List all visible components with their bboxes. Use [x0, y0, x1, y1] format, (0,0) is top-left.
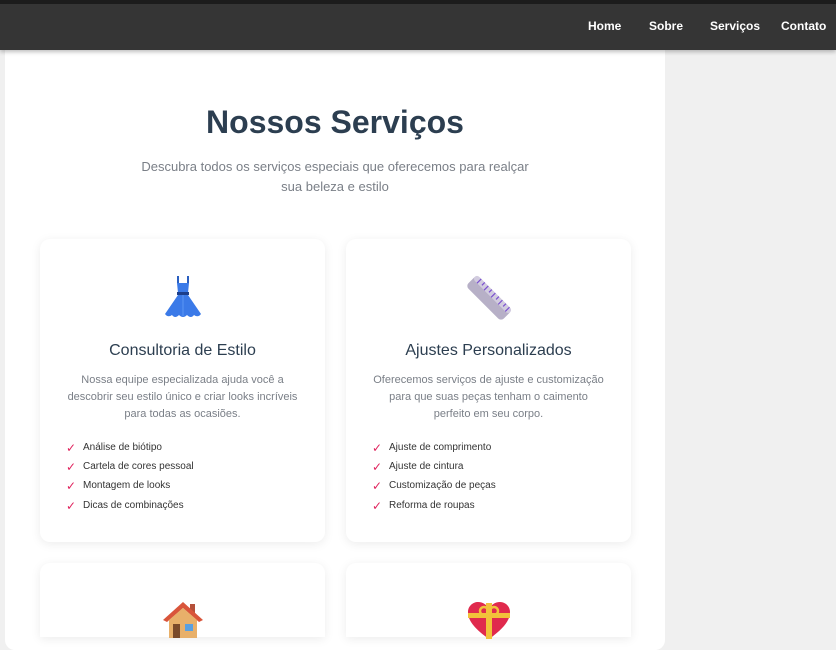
list-item: ✓ Customização de peças	[372, 479, 496, 494]
heart-gift-icon	[346, 601, 631, 639]
service-card-3	[40, 563, 325, 639]
house-icon	[40, 599, 325, 639]
page-subtitle: Descubra todos os serviços especiais que…	[141, 159, 529, 194]
service-card-consultoria: Consultoria de Estilo Nossa equipe espec…	[40, 239, 325, 542]
card-title: Ajustes Personalizados	[405, 342, 572, 359]
list-item: ✓ Ajuste de cintura	[372, 459, 464, 474]
service-card-4	[346, 563, 631, 639]
check-icon: ✓	[66, 479, 77, 494]
nav-link-home[interactable]: Home	[588, 19, 621, 33]
card-description: Oferecemos serviços de ajuste e customiz…	[373, 374, 604, 420]
list-item: ✓ Reforma de roupas	[372, 498, 475, 513]
dress-icon	[40, 273, 325, 323]
ruler-icon	[346, 273, 631, 323]
list-item: ✓ Ajuste de comprimento	[372, 440, 492, 455]
list-item: ✓ Cartela de cores pessoal	[66, 459, 194, 474]
nav-link-contato[interactable]: Contato	[781, 19, 826, 33]
list-item: ✓ Montagem de looks	[66, 479, 171, 494]
page-title: Nossos Serviços	[206, 104, 464, 140]
check-icon: ✓	[66, 440, 77, 455]
top-navbar: Home Sobre Serviços Contato	[0, 0, 836, 50]
feature-list: ✓ Análise de biótipo ✓ Cartela de cores pe…	[66, 438, 194, 515]
check-icon: ✓	[66, 498, 77, 513]
nav-link-sobre[interactable]: Sobre	[649, 19, 683, 33]
check-icon: ✓	[372, 498, 383, 513]
card-description: Nossa equipe especializada ajuda você a …	[67, 374, 298, 420]
check-icon: ✓	[66, 459, 77, 474]
service-card-ajustes: Ajustes Personalizados Oferecemos serviç…	[346, 239, 631, 542]
list-item: ✓ Análise de biótipo	[66, 440, 162, 455]
check-icon: ✓	[372, 479, 383, 494]
feature-list: ✓ Ajuste de comprimento ✓ Ajuste de cintur…	[372, 438, 496, 515]
check-icon: ✓	[372, 440, 383, 455]
card-title: Consultoria de Estilo	[109, 342, 256, 359]
check-icon: ✓	[372, 459, 383, 474]
nav-link-servicos[interactable]: Serviços	[710, 19, 760, 33]
list-item: ✓ Dicas de combinações	[66, 498, 184, 513]
